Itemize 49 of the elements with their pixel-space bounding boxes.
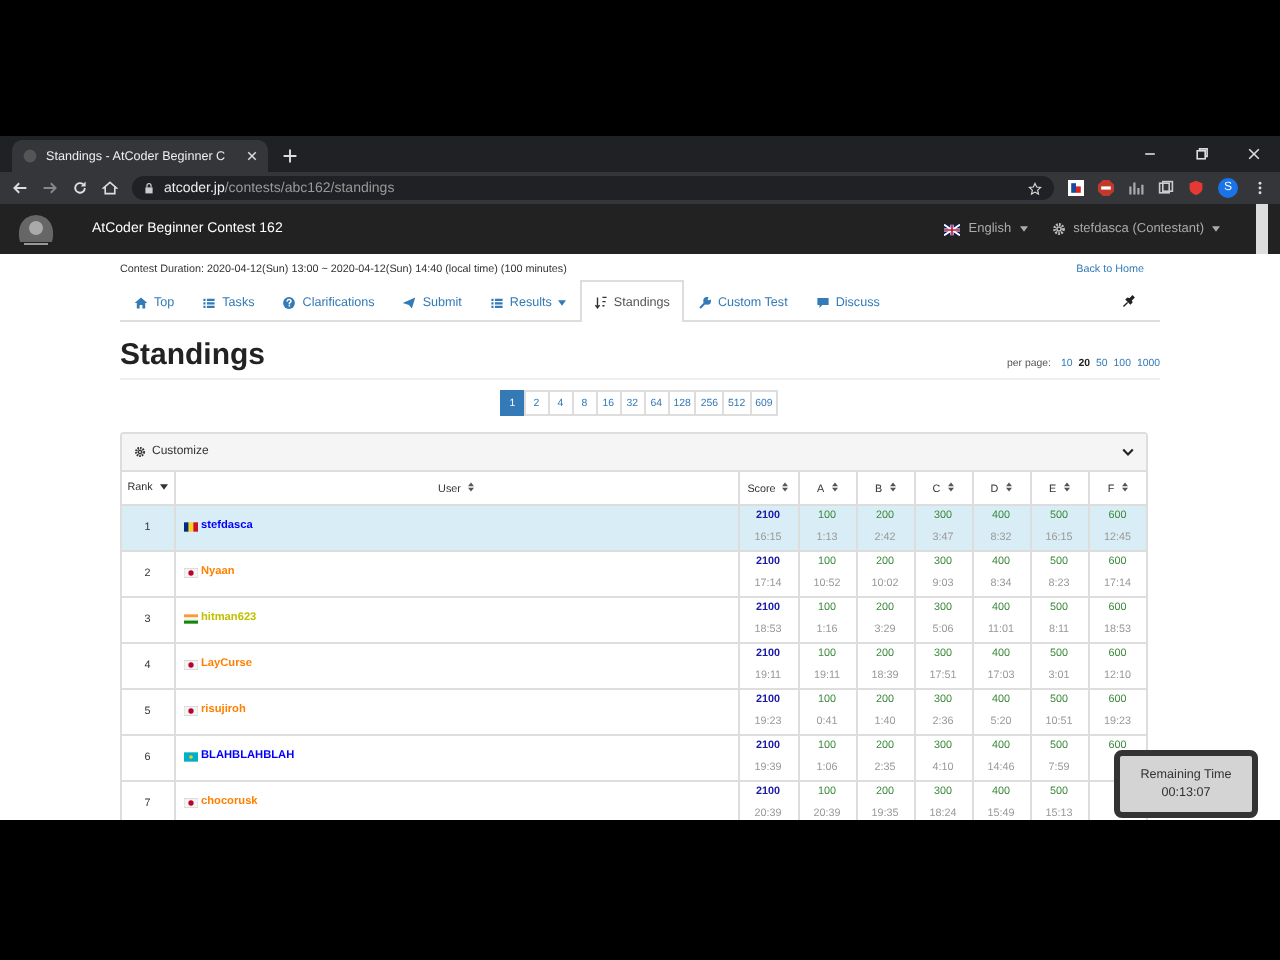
paper-plane-icon: [402, 296, 417, 310]
scrollbar[interactable]: [1256, 204, 1268, 254]
sort-icon: [1121, 481, 1128, 491]
extension-icon[interactable]: [1068, 180, 1084, 196]
extension-icon[interactable]: [1158, 180, 1174, 196]
question-icon: [282, 296, 297, 310]
caret-icon: [159, 484, 168, 490]
wrench-icon: [697, 296, 712, 310]
forward-icon[interactable]: [42, 180, 58, 196]
caret-icon: [1212, 226, 1220, 232]
shield-icon[interactable]: [1188, 180, 1204, 196]
new-tab-icon[interactable]: [282, 148, 298, 164]
sort-icon: [593, 295, 608, 309]
close-icon[interactable]: [1246, 146, 1262, 162]
extension-icon[interactable]: [1098, 180, 1114, 196]
sort-icon: [782, 481, 789, 491]
flag-icon: [183, 567, 197, 578]
flag-icon: [944, 223, 961, 235]
bar-chart-icon[interactable]: [1128, 180, 1144, 196]
gear-icon: [1051, 222, 1066, 236]
flag-icon: [183, 613, 197, 624]
caret-icon: [1019, 226, 1028, 232]
back-icon[interactable]: [12, 180, 28, 196]
restore-icon[interactable]: [1194, 146, 1210, 162]
flag-icon: [183, 705, 197, 716]
close-icon[interactable]: [246, 150, 258, 162]
sort-icon: [831, 481, 838, 491]
sort-icon: [889, 481, 896, 491]
flag-icon: [183, 751, 197, 762]
list-icon: [489, 296, 504, 310]
home-icon[interactable]: [102, 180, 118, 196]
flag-icon: [183, 521, 197, 532]
speech-bubble-icon: [815, 296, 830, 310]
sort-icon: [947, 481, 954, 491]
list-icon: [202, 296, 217, 310]
sort-icon: [467, 481, 474, 491]
page-heading: Standings: [120, 338, 266, 372]
sort-icon: [1063, 481, 1070, 491]
pin-icon[interactable]: [1122, 294, 1136, 308]
flag-icon: [183, 659, 197, 670]
gear-icon: [134, 446, 146, 458]
flag-icon: [183, 797, 197, 808]
home-icon: [134, 296, 148, 310]
chevron-icon[interactable]: [1122, 448, 1134, 456]
lock-icon: [144, 182, 154, 194]
sort-icon: [1005, 481, 1012, 491]
reload-icon[interactable]: [72, 180, 88, 196]
star-icon[interactable]: [1028, 181, 1042, 195]
favicon-icon: [22, 148, 38, 164]
